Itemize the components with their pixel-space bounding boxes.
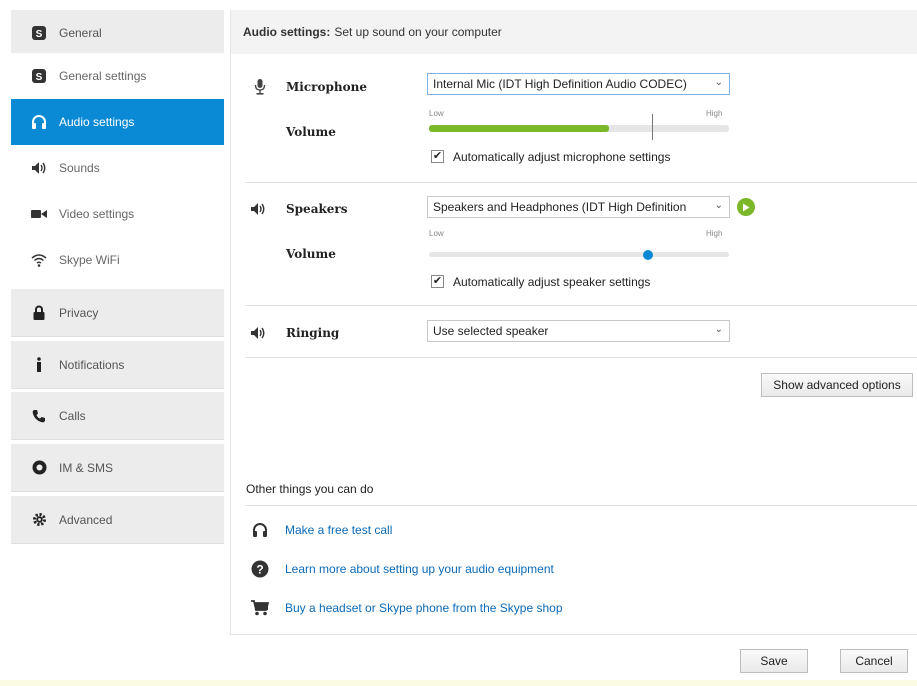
sidebar-item-video-settings[interactable]: Video settings bbox=[11, 191, 224, 237]
microphone-label: Microphone bbox=[286, 80, 367, 94]
sidebar-category-im-sms[interactable]: IM & SMS bbox=[11, 444, 224, 492]
sidebar-item-label: Video settings bbox=[59, 207, 135, 221]
sidebar-category-advanced[interactable]: Advanced bbox=[11, 496, 224, 544]
wifi-icon bbox=[31, 252, 47, 268]
skype-icon: S bbox=[31, 68, 47, 84]
sidebar-item-skype-wifi[interactable]: Skype WiFi bbox=[11, 237, 224, 283]
bottom-strip bbox=[0, 680, 917, 686]
page-title: Audio settings: bbox=[243, 25, 331, 39]
ringing-label: Ringing bbox=[286, 326, 340, 340]
mic-volume-label: Volume bbox=[286, 125, 336, 139]
section-divider bbox=[245, 357, 917, 358]
play-test-sound-button[interactable] bbox=[737, 198, 755, 216]
chevron-down-icon: ⌄ bbox=[714, 77, 723, 88]
skype-icon: S bbox=[31, 25, 47, 41]
auto-adjust-mic-label: Automatically adjust microphone settings bbox=[453, 150, 671, 164]
section-divider bbox=[245, 505, 917, 506]
svg-text:S: S bbox=[36, 29, 43, 40]
sidebar-category-label: General bbox=[59, 25, 102, 40]
ringing-device-value: Use selected speaker bbox=[433, 324, 549, 338]
speakers-device-select[interactable]: Speakers and Headphones (IDT High Defini… bbox=[427, 196, 730, 218]
speaker-icon bbox=[249, 325, 267, 341]
cancel-button[interactable]: Cancel bbox=[840, 649, 908, 673]
spk-volume-high-label: High bbox=[706, 229, 723, 238]
gear-icon bbox=[31, 512, 47, 528]
ringing-device-select[interactable]: Use selected speaker ⌄ bbox=[427, 320, 730, 342]
info-icon bbox=[31, 357, 47, 373]
microphone-device-value: Internal Mic (IDT High Definition Audio … bbox=[433, 77, 687, 91]
sidebar-category-general[interactable]: S General bbox=[11, 10, 224, 56]
section-divider bbox=[245, 305, 917, 306]
save-button[interactable]: Save bbox=[740, 649, 808, 673]
auto-adjust-speaker-label: Automatically adjust speaker settings bbox=[453, 275, 651, 289]
sidebar-category-label: IM & SMS bbox=[59, 460, 114, 475]
sidebar-category-privacy[interactable]: Privacy bbox=[11, 289, 224, 337]
sidebar-category-notifications[interactable]: Notifications bbox=[11, 341, 224, 389]
spk-volume-slider-thumb[interactable] bbox=[643, 250, 653, 260]
chevron-down-icon: ⌄ bbox=[714, 324, 723, 335]
mic-volume-slider-handle[interactable] bbox=[652, 114, 653, 140]
speaker-icon bbox=[249, 201, 267, 217]
speakers-label: Speakers bbox=[286, 202, 348, 216]
link-free-test-call[interactable]: Make a free test call bbox=[285, 523, 392, 537]
auto-adjust-speaker-checkbox[interactable]: ✔ bbox=[431, 275, 444, 288]
section-divider bbox=[245, 182, 917, 183]
microphone-icon bbox=[253, 79, 267, 95]
sidebar-item-label: Sounds bbox=[59, 161, 100, 175]
sidebar-item-general-settings[interactable]: S General settings bbox=[11, 53, 224, 99]
sidebar-category-calls[interactable]: Calls bbox=[11, 392, 224, 440]
spk-volume-slider-track[interactable] bbox=[429, 252, 729, 257]
phone-icon bbox=[31, 408, 47, 424]
mic-volume-low-label: Low bbox=[429, 109, 444, 118]
spk-volume-low-label: Low bbox=[429, 229, 444, 238]
headset-icon bbox=[31, 114, 47, 130]
play-icon bbox=[743, 203, 750, 211]
mic-volume-high-label: High bbox=[706, 109, 723, 118]
sidebar-category-label: Privacy bbox=[59, 305, 99, 320]
panel-header: Audio settings: Set up sound on your com… bbox=[231, 10, 917, 54]
sidebar-category-label: Notifications bbox=[59, 357, 125, 372]
sidebar-item-sounds[interactable]: Sounds bbox=[11, 145, 224, 191]
auto-adjust-mic-checkbox[interactable]: ✔ bbox=[431, 150, 444, 163]
cart-icon bbox=[251, 599, 269, 617]
mic-volume-level-fill bbox=[429, 125, 609, 132]
video-camera-icon bbox=[31, 206, 47, 222]
sidebar-item-label: Audio settings bbox=[59, 115, 135, 129]
headset-icon bbox=[251, 521, 269, 539]
sidebar-item-label: General settings bbox=[59, 69, 147, 83]
show-advanced-options-button[interactable]: Show advanced options bbox=[761, 373, 913, 397]
link-buy-headset[interactable]: Buy a headset or Skype phone from the Sk… bbox=[285, 601, 563, 615]
speakers-device-value: Speakers and Headphones (IDT High Defini… bbox=[433, 200, 687, 214]
chevron-down-icon: ⌄ bbox=[714, 200, 723, 211]
svg-text:S: S bbox=[36, 72, 43, 83]
svg-text:?: ? bbox=[256, 563, 263, 577]
link-learn-audio-setup[interactable]: Learn more about setting up your audio e… bbox=[285, 562, 554, 576]
spk-volume-label: Volume bbox=[286, 247, 336, 261]
other-things-heading: Other things you can do bbox=[246, 482, 374, 496]
chat-icon bbox=[31, 460, 47, 476]
audio-settings-panel: Audio settings: Set up sound on your com… bbox=[230, 10, 917, 635]
page-subtitle: Set up sound on your computer bbox=[334, 25, 502, 39]
sidebar-item-audio-settings[interactable]: Audio settings bbox=[11, 99, 224, 145]
sidebar-item-label: Skype WiFi bbox=[59, 253, 120, 267]
help-icon: ? bbox=[251, 560, 269, 578]
sidebar-category-label: Advanced bbox=[59, 512, 113, 527]
lock-icon bbox=[31, 305, 47, 321]
speaker-icon bbox=[31, 160, 47, 176]
microphone-device-select[interactable]: Internal Mic (IDT High Definition Audio … bbox=[427, 73, 730, 95]
mic-volume-level-meter bbox=[429, 125, 729, 132]
sidebar-category-label: Calls bbox=[59, 408, 86, 423]
